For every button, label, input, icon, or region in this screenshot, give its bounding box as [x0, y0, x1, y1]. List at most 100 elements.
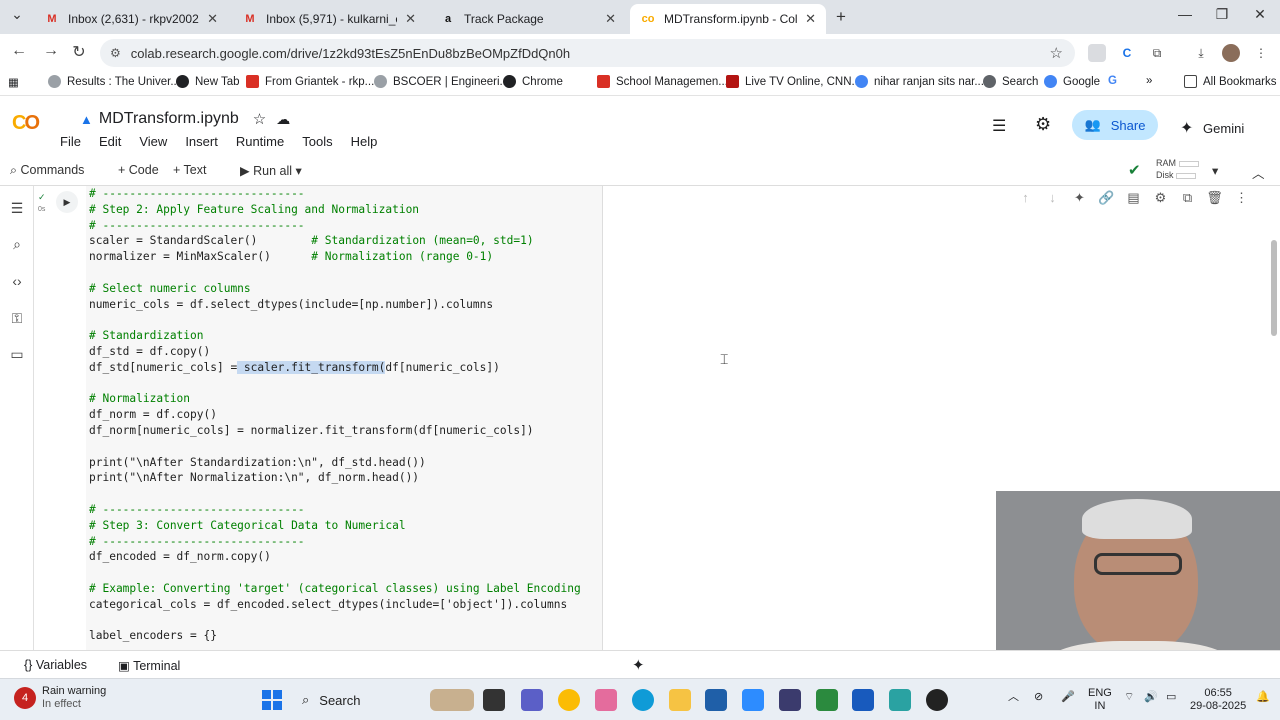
bookmark-bscoer[interactable]: BSCOER | Engineeri...: [374, 75, 509, 88]
more-icon[interactable]: ⋮: [1228, 190, 1255, 206]
code-line[interactable]: [89, 265, 602, 281]
close-icon[interactable]: ✕: [605, 11, 616, 27]
settings-gear-icon[interactable]: ⚙: [1035, 114, 1051, 135]
code-line[interactable]: # ------------------------------: [89, 218, 602, 234]
chevron-down-icon[interactable]: ▾: [1212, 163, 1218, 178]
weather-widget[interactable]: 4 Rain warning In effect: [14, 685, 106, 711]
code-snippets-icon[interactable]: ‹›: [8, 273, 26, 291]
add-text-button[interactable]: + Text: [173, 163, 206, 177]
comment-icon[interactable]: ☰: [992, 116, 1006, 136]
tab-colab[interactable]: co MDTransform.ipynb - Colab ✕: [630, 4, 826, 34]
code-line[interactable]: [89, 486, 602, 502]
code-line[interactable]: normalizer = MinMaxScaler() # Normalizat…: [89, 249, 602, 265]
bookmark-griantek[interactable]: From Griantek - rkp...: [246, 75, 374, 88]
code-line[interactable]: numeric_cols = df.select_dtypes(include=…: [89, 297, 602, 313]
notebook-title[interactable]: MDTransform.ipynb: [99, 110, 239, 128]
network-alert-icon[interactable]: ⊘: [1034, 691, 1043, 704]
code-line[interactable]: df_std = df.copy(): [89, 344, 602, 360]
clock[interactable]: 06:55 29-08-2025: [1190, 687, 1246, 713]
code-line[interactable]: label_encoders = {}: [89, 628, 602, 644]
webex-icon[interactable]: [779, 689, 801, 711]
calculator-icon[interactable]: [816, 689, 838, 711]
menu-file[interactable]: File: [60, 134, 81, 149]
notification-bell-icon[interactable]: 🔔: [1256, 691, 1270, 704]
back-icon[interactable]: ←: [8, 42, 30, 60]
code-line[interactable]: [89, 312, 602, 328]
code-line[interactable]: # Step 3: Convert Categorical Data to Nu…: [89, 518, 602, 534]
bookmark-search[interactable]: Search: [983, 75, 1038, 88]
gemini-sparkle-icon[interactable]: ✦: [1066, 190, 1093, 206]
code-line[interactable]: print("\nAfter Normalization:\n", df_nor…: [89, 470, 602, 486]
share-button[interactable]: 👥 Share: [1072, 110, 1158, 140]
code-line[interactable]: # Select numeric columns: [89, 281, 602, 297]
store-icon[interactable]: [705, 689, 727, 711]
site-info-icon[interactable]: ⚙: [110, 46, 121, 60]
tab-gmail-2[interactable]: M Inbox (5,971) - kulkarni_cse@m ✕: [232, 4, 426, 34]
find-icon[interactable]: ⌕: [8, 236, 26, 254]
cloud-icon[interactable]: ☁: [276, 111, 290, 128]
bookmark-google[interactable]: Google: [1044, 75, 1100, 88]
code-line[interactable]: # ------------------------------: [89, 186, 602, 202]
commands-button[interactable]: ⌕ Commands: [10, 163, 84, 178]
minimize-button[interactable]: —: [1170, 6, 1200, 22]
code-line[interactable]: # Standardization: [89, 328, 602, 344]
omnibox[interactable]: ⚙ colab.research.google.com/drive/1z2kd9…: [100, 39, 1075, 67]
star-icon[interactable]: ☆: [253, 110, 266, 128]
bookmark-results[interactable]: Results : The Univer...: [48, 75, 180, 88]
code-line[interactable]: [89, 613, 602, 629]
close-icon[interactable]: ✕: [405, 11, 416, 27]
code-line[interactable]: [89, 376, 602, 392]
extension-icon[interactable]: [1088, 44, 1106, 62]
bookmark-nihar[interactable]: nihar ranjan sits nar...: [855, 75, 984, 88]
code-cell-editor[interactable]: # ------------------------------ # Step 2…: [86, 186, 602, 650]
close-window-button[interactable]: ✕: [1245, 6, 1275, 23]
microphone-icon[interactable]: 🎤: [1061, 691, 1075, 704]
all-bookmarks[interactable]: All Bookmarks: [1184, 75, 1277, 88]
move-up-icon[interactable]: ↑: [1012, 190, 1039, 206]
bookmark-star-icon[interactable]: ☆: [1050, 44, 1063, 62]
code-line[interactable]: df_norm = df.copy(): [89, 407, 602, 423]
menu-runtime[interactable]: Runtime: [236, 134, 284, 149]
code-line[interactable]: # Example: Converting 'target' (categori…: [89, 581, 602, 597]
code-line[interactable]: # ------------------------------: [89, 534, 602, 550]
menu-tools[interactable]: Tools: [302, 134, 332, 149]
code-line[interactable]: # ------------------------------: [89, 502, 602, 518]
wifi-icon[interactable]: ⌔: [1124, 691, 1134, 704]
tab-track-package[interactable]: a Track Package ✕: [430, 4, 626, 34]
profile-avatar[interactable]: [1222, 44, 1240, 62]
bookmark-chrome[interactable]: Chrome: [503, 75, 563, 88]
apps-icon[interactable]: ▦: [8, 75, 19, 89]
windows-start-icon[interactable]: [261, 689, 283, 711]
resource-monitor[interactable]: RAM Disk: [1156, 157, 1199, 181]
run-all-button[interactable]: ▶ Run all ▾: [240, 163, 302, 178]
delete-icon[interactable]: 🗑: [1201, 190, 1228, 206]
code-line[interactable]: df_norm[numeric_cols] = normalizer.fit_t…: [89, 423, 602, 439]
secrets-key-icon[interactable]: ⚿: [8, 310, 26, 328]
code-line[interactable]: [89, 565, 602, 581]
terminal-button[interactable]: ▣ Terminal: [118, 658, 180, 673]
kebab-menu-icon[interactable]: ⋮: [1252, 44, 1270, 62]
forward-icon[interactable]: →: [40, 42, 62, 60]
move-down-icon[interactable]: ↓: [1039, 190, 1066, 206]
bookmark-new-tab[interactable]: New Tab: [176, 75, 240, 88]
close-icon[interactable]: ✕: [805, 11, 816, 27]
colab-logo[interactable]: CO: [12, 112, 40, 135]
more-bookmarks-icon[interactable]: »: [1146, 75, 1152, 87]
chevron-up-icon[interactable]: ︿: [1252, 163, 1265, 182]
edge-icon[interactable]: [632, 689, 654, 711]
tab-search-icon[interactable]: ⌄: [2, 6, 32, 23]
search-highlight-icon[interactable]: [430, 689, 474, 711]
c-extension-icon[interactable]: C: [1118, 44, 1136, 62]
code-line[interactable]: # Normalization: [89, 391, 602, 407]
copilot-icon[interactable]: [595, 689, 617, 711]
zoom-icon[interactable]: [742, 689, 764, 711]
task-view-icon[interactable]: [483, 689, 505, 711]
menu-edit[interactable]: Edit: [99, 134, 121, 149]
language-indicator[interactable]: ENG IN: [1088, 687, 1112, 713]
chevron-up-icon[interactable]: ︿: [1008, 691, 1019, 704]
word-icon[interactable]: [852, 689, 874, 711]
menu-insert[interactable]: Insert: [185, 134, 218, 149]
add-code-button[interactable]: + Code: [118, 163, 159, 177]
download-icon[interactable]: ⤓: [1192, 44, 1210, 62]
mirror-cell-icon[interactable]: ⧉: [1174, 190, 1201, 206]
